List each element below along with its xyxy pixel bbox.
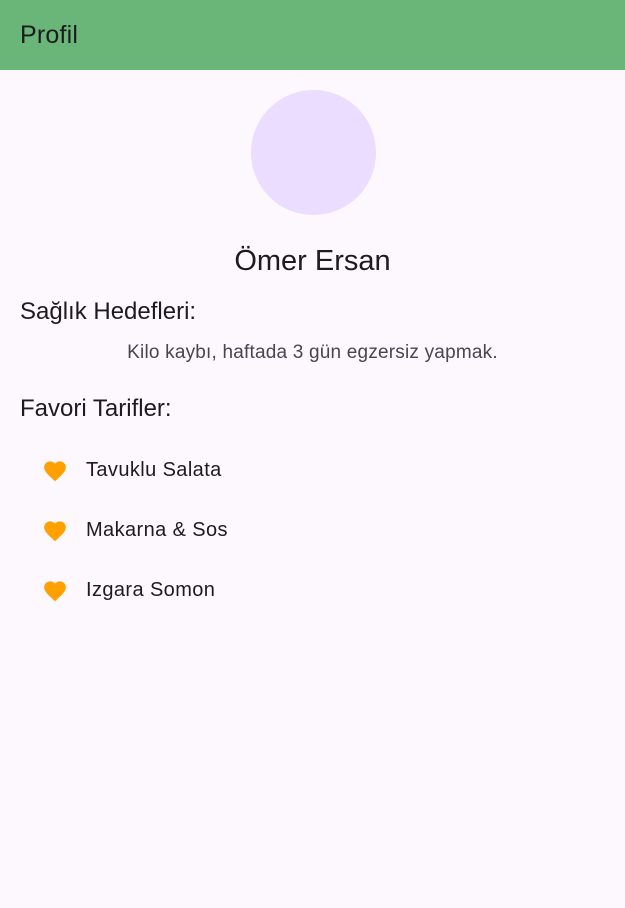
recipe-label: Tavuklu Salata [86, 458, 222, 481]
health-goals-heading: Sağlık Hedefleri: [20, 298, 197, 325]
heart-icon [41, 516, 69, 544]
app-bar: Profil [0, 0, 625, 70]
list-item[interactable]: Izgara Somon [0, 560, 625, 620]
user-name: Ömer Ersan [234, 245, 391, 277]
heart-icon [41, 456, 69, 484]
avatar [251, 90, 376, 215]
page-title: Profil [20, 20, 79, 49]
recipe-label: Makarna & Sos [86, 518, 228, 541]
heart-icon [41, 576, 69, 604]
list-item[interactable]: Tavuklu Salata [0, 440, 625, 500]
list-item[interactable]: Makarna & Sos [0, 500, 625, 560]
recipe-label: Izgara Somon [86, 578, 216, 601]
health-goals-text: Kilo kaybı, haftada 3 gün egzersiz yapma… [127, 342, 498, 363]
favorite-recipes-heading: Favori Tarifler: [20, 395, 172, 422]
